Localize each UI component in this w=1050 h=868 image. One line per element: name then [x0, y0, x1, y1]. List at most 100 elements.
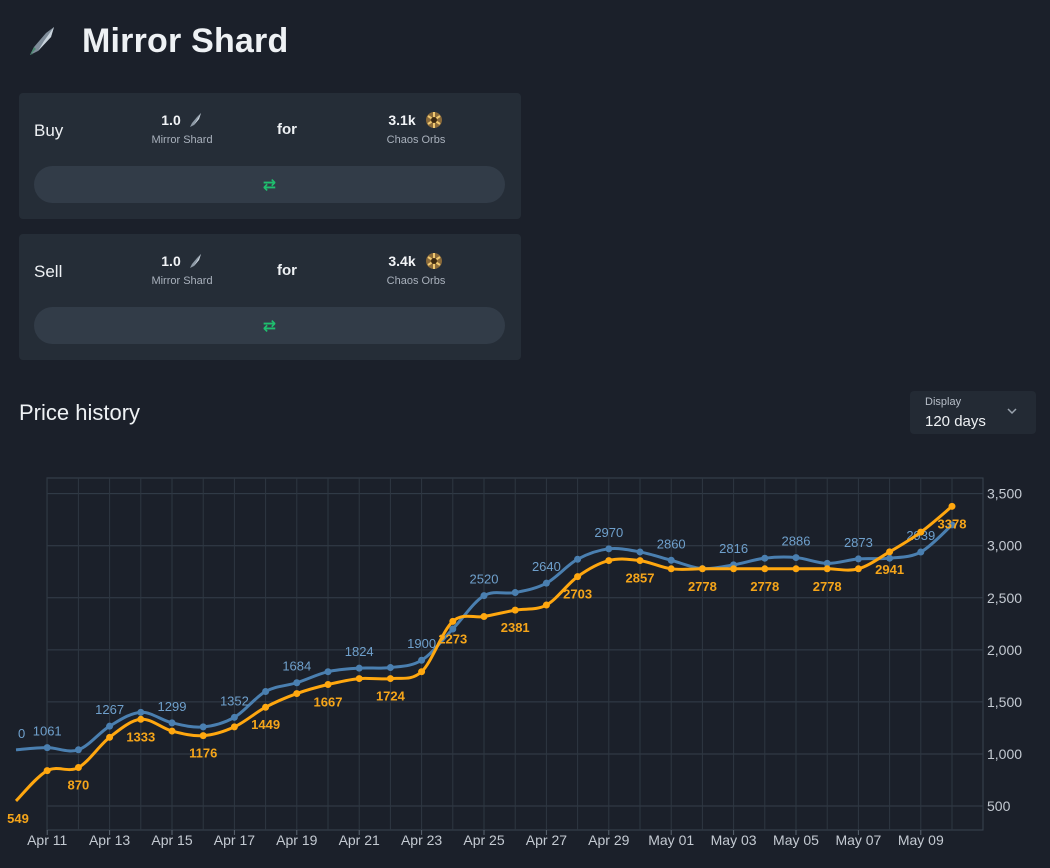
- buy-give-value: 1.0: [161, 112, 181, 128]
- buy-get-amount: 3.1k Chaos Orbs: [361, 110, 471, 146]
- data-point: [168, 727, 176, 735]
- data-label: 2970: [594, 525, 623, 540]
- data-point: [230, 723, 238, 731]
- x-tick-label: Apr 25: [463, 832, 504, 848]
- price-history-title: Price history: [19, 400, 141, 425]
- data-point: [293, 679, 301, 687]
- data-label: 2520: [470, 572, 499, 587]
- data-label: 2381: [501, 620, 530, 635]
- x-tick-label: Apr 17: [214, 832, 255, 848]
- data-label: 2941: [875, 562, 904, 577]
- data-point: [917, 528, 925, 536]
- y-tick-label: 3,000: [987, 538, 1022, 554]
- data-label: 2860: [657, 536, 686, 551]
- sell-card: Sell 1.0 Mirror Shard for 3.4k Chaos Orb…: [19, 234, 521, 360]
- data-label: 3378: [938, 516, 967, 531]
- data-point: [293, 690, 301, 698]
- data-label: 1667: [314, 695, 343, 710]
- y-tick-label: 3,500: [987, 486, 1022, 502]
- data-point: [137, 715, 145, 723]
- data-label: 0: [18, 726, 25, 741]
- sell-swap-button[interactable]: ⇄: [34, 307, 505, 344]
- data-point: [823, 565, 831, 573]
- buy-give-currency: Mirror Shard: [151, 134, 213, 146]
- sell-get-currency: Chaos Orbs: [386, 275, 446, 287]
- data-point: [511, 589, 519, 597]
- x-tick-label: May 01: [648, 832, 694, 848]
- data-point: [636, 557, 644, 565]
- data-point: [106, 733, 114, 741]
- buy-swap-button[interactable]: ⇄: [34, 166, 505, 203]
- x-tick-label: May 03: [711, 832, 757, 848]
- data-point: [137, 708, 145, 716]
- data-label: 549: [7, 811, 29, 826]
- data-point: [418, 668, 426, 676]
- data-label: 1684: [282, 659, 311, 674]
- x-tick-label: May 07: [835, 832, 881, 848]
- mirror-shard-icon: [30, 27, 54, 55]
- sell-get-value: 3.4k: [388, 253, 416, 269]
- data-point: [854, 555, 862, 563]
- data-point: [324, 681, 332, 689]
- data-point: [43, 744, 51, 752]
- data-point: [730, 565, 738, 573]
- y-tick-label: 1,000: [987, 746, 1022, 762]
- data-label: 2273: [438, 631, 467, 646]
- buy-get-currency: Chaos Orbs: [386, 134, 446, 146]
- data-point: [262, 703, 270, 711]
- data-label: 870: [68, 778, 90, 793]
- x-tick-label: Apr 15: [151, 832, 192, 848]
- data-label: 1267: [95, 702, 124, 717]
- page-title: Mirror Shard: [82, 21, 289, 60]
- data-point: [542, 601, 550, 609]
- chevron-down-icon: [1007, 408, 1017, 415]
- data-point: [761, 554, 769, 562]
- data-point: [667, 556, 675, 564]
- data-point: [355, 675, 363, 683]
- data-label: 1900: [407, 636, 436, 651]
- buy-give-amount: 1.0 Mirror Shard: [127, 110, 237, 146]
- data-label: 1824: [345, 644, 374, 659]
- data-point: [324, 668, 332, 676]
- display-label: Display: [925, 396, 962, 408]
- display-range-select[interactable]: Display 120 days: [910, 391, 1036, 434]
- data-point: [480, 592, 488, 600]
- data-point: [74, 746, 82, 754]
- data-label: 1176: [189, 746, 217, 761]
- data-point: [574, 555, 582, 563]
- data-point: [542, 579, 550, 587]
- buy-for-label: for: [277, 121, 297, 138]
- data-point: [792, 565, 800, 573]
- sell-give-amount: 1.0 Mirror Shard: [127, 251, 237, 287]
- data-point: [199, 723, 207, 731]
- sell-label: Sell: [34, 262, 63, 281]
- data-point: [199, 732, 207, 740]
- data-point: [886, 548, 894, 556]
- data-point: [43, 767, 51, 775]
- data-point: [262, 687, 270, 695]
- data-label: 1299: [158, 699, 187, 714]
- data-point: [886, 554, 894, 562]
- data-point: [106, 722, 114, 730]
- data-point: [698, 565, 706, 573]
- x-tick-label: Apr 29: [588, 832, 629, 848]
- x-tick-label: Apr 19: [276, 832, 317, 848]
- data-point: [636, 548, 644, 556]
- x-tick-label: Apr 13: [89, 832, 130, 848]
- data-point: [605, 557, 613, 565]
- y-tick-label: 500: [987, 798, 1011, 814]
- data-point: [792, 554, 800, 562]
- y-tick-label: 2,000: [987, 642, 1022, 658]
- x-tick-label: May 09: [898, 832, 944, 848]
- data-point: [917, 548, 925, 556]
- data-point: [386, 675, 394, 683]
- data-point: [168, 719, 176, 727]
- mirror-shard-icon: [189, 113, 201, 127]
- data-label: 2873: [844, 535, 873, 550]
- data-label: 1061: [33, 724, 62, 739]
- data-label: 2778: [750, 579, 779, 594]
- x-tick-label: Apr 27: [526, 832, 567, 848]
- data-point: [480, 613, 488, 621]
- data-point: [605, 545, 613, 553]
- data-label: 1724: [376, 689, 406, 704]
